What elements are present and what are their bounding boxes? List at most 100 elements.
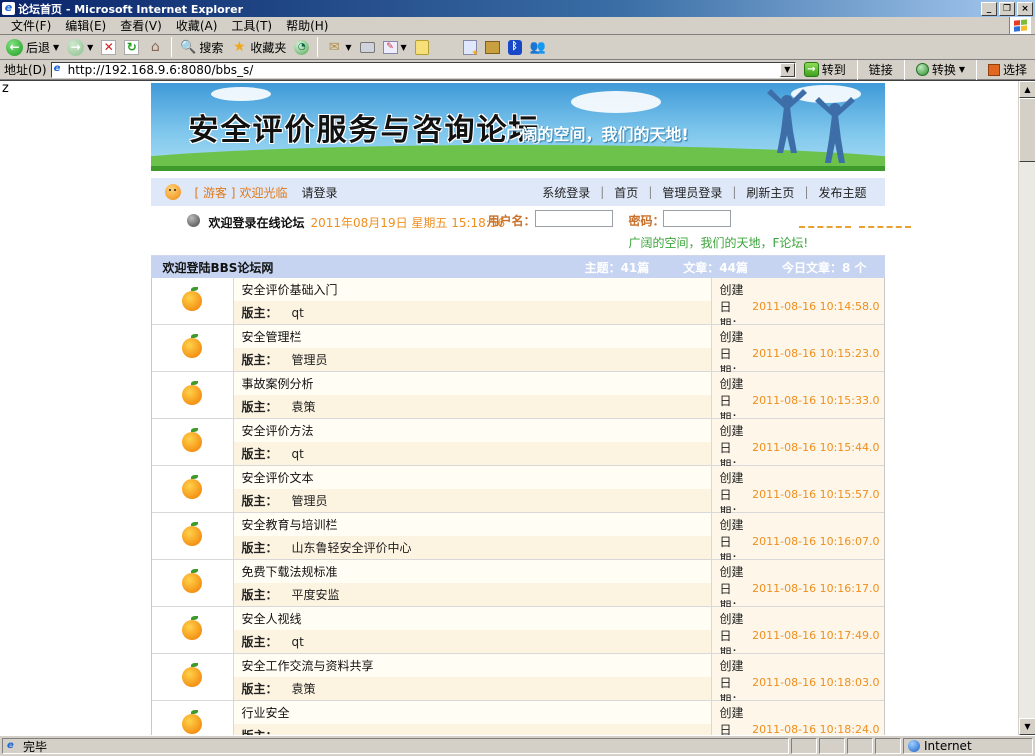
forum-title-link[interactable]: 安全管理栏 bbox=[242, 328, 302, 345]
forum-meta-cell: 创建日期： 2011-08-16 10:16:07.0 今日主题数： 3 bbox=[712, 513, 884, 559]
forum-title-link[interactable]: 安全教育与培训栏 bbox=[242, 516, 338, 533]
scrollbar-thumb[interactable] bbox=[1019, 98, 1035, 162]
page-icon: e bbox=[54, 64, 65, 75]
banner-bottom-strip bbox=[151, 166, 885, 171]
scroll-up-icon[interactable]: ▲ bbox=[1019, 81, 1035, 98]
select-button[interactable]: 选择 bbox=[984, 61, 1031, 78]
menu-help[interactable]: 帮助(H) bbox=[279, 16, 335, 35]
forum-title-link[interactable]: 行业安全 bbox=[242, 704, 290, 721]
address-url[interactable]: http://192.168.9.6:8080/bbs_s/ bbox=[68, 63, 777, 77]
edit-button[interactable]: ✎ ▼ bbox=[380, 36, 410, 58]
status-zone: Internet bbox=[903, 738, 1033, 754]
back-dropdown-icon[interactable]: ▼ bbox=[53, 43, 59, 52]
search-button[interactable]: 🔍 搜索 bbox=[177, 36, 226, 58]
moderator-name[interactable]: 管理员 bbox=[292, 351, 328, 368]
refresh-icon: ↻ bbox=[124, 40, 139, 55]
go-button[interactable]: → 转到 bbox=[800, 61, 850, 78]
moderator-name[interactable]: qt bbox=[292, 447, 304, 461]
close-button[interactable]: × bbox=[1017, 2, 1033, 16]
status-pane bbox=[875, 738, 901, 754]
forum-title-link[interactable]: 安全评价基础入门 bbox=[242, 281, 338, 298]
moderator-name[interactable]: 山东鲁轻安全评价中心 bbox=[292, 539, 412, 556]
created-date: 2011-08-16 10:15:23.0 bbox=[752, 347, 879, 360]
messenger-button[interactable]: 👥 bbox=[527, 36, 549, 58]
bluetooth-button[interactable]: ᛒ bbox=[505, 36, 525, 58]
mail-dropdown-icon[interactable]: ▼ bbox=[345, 43, 351, 52]
back-button[interactable]: ← 后退 ▼ bbox=[3, 36, 62, 58]
menu-file[interactable]: 文件(F) bbox=[4, 16, 58, 35]
edit-dropdown-icon[interactable]: ▼ bbox=[401, 43, 407, 52]
login-prompt-link[interactable]: 请登录 bbox=[302, 184, 338, 201]
table-row: 安全人视线 版主： qt 创建日期： 2011-08-16 10:17:49.0… bbox=[152, 607, 884, 654]
moderator-name[interactable]: qt bbox=[292, 635, 304, 649]
stat-articles: 文章：44篇 bbox=[683, 259, 748, 276]
forum-meta-cell: 创建日期： 2011-08-16 10:15:44.0 今日主题数： 3 bbox=[712, 419, 884, 465]
moderator-label: 版主： bbox=[242, 633, 278, 650]
restore-button[interactable]: ❐ bbox=[999, 2, 1015, 16]
discuss-button[interactable] bbox=[412, 36, 432, 58]
history-button[interactable]: ◔ bbox=[291, 36, 312, 58]
nav-link-home[interactable]: 首页 bbox=[610, 184, 642, 201]
table-row: 行业安全 版主： 创建日期： 2011-08-16 10:18:24.0 今日主… bbox=[152, 701, 884, 735]
moderator-name[interactable]: qt bbox=[292, 306, 304, 320]
welcome-label: 欢迎光临 bbox=[240, 184, 288, 201]
nav-link-post-topic[interactable]: 发布主题 bbox=[814, 184, 870, 201]
media-button[interactable] bbox=[482, 36, 503, 58]
created-date: 2011-08-16 10:14:58.0 bbox=[752, 300, 879, 313]
forum-title-link[interactable]: 事故案例分析 bbox=[242, 375, 314, 392]
menu-view[interactable]: 查看(V) bbox=[113, 16, 169, 35]
moderator-name[interactable]: 袁策 bbox=[292, 398, 316, 415]
password-input[interactable] bbox=[663, 210, 731, 227]
stop-button[interactable]: ✕ bbox=[98, 36, 119, 58]
moderator-name[interactable]: 袁策 bbox=[292, 680, 316, 697]
created-date: 2011-08-16 10:15:44.0 bbox=[752, 441, 879, 454]
menu-edit[interactable]: 编辑(E) bbox=[58, 16, 113, 35]
orange-icon bbox=[182, 479, 202, 499]
forum-title-link[interactable]: 安全工作交流与资料共享 bbox=[242, 657, 374, 674]
print-button[interactable] bbox=[357, 36, 378, 58]
forum-main-cell: 安全工作交流与资料共享 版主： 袁策 bbox=[234, 654, 712, 700]
dashed-links[interactable] bbox=[799, 224, 911, 228]
forum-meta-cell: 创建日期： 2011-08-16 10:17:49.0 今日主题数： 3 bbox=[712, 607, 884, 653]
forum-main-cell: 安全评价方法 版主： qt bbox=[234, 419, 712, 465]
convert-dropdown-icon[interactable]: ▼ bbox=[959, 65, 965, 74]
scroll-down-icon[interactable]: ▼ bbox=[1019, 718, 1035, 735]
status-bar: e 完毕 Internet bbox=[0, 735, 1035, 756]
orange-icon bbox=[182, 714, 202, 734]
table-row: 安全评价基础入门 版主： qt 创建日期： 2011-08-16 10:14:5… bbox=[152, 278, 884, 325]
moderator-name[interactable]: 管理员 bbox=[292, 492, 328, 509]
smiley-icon bbox=[165, 184, 181, 200]
minimize-button[interactable]: _ bbox=[981, 2, 997, 16]
address-input[interactable]: e http://192.168.9.6:8080/bbs_s/ ▼ bbox=[51, 62, 796, 78]
address-separator bbox=[857, 60, 858, 80]
nav-link-refresh[interactable]: 刷新主页 bbox=[742, 184, 798, 201]
forward-button[interactable]: → ▼ bbox=[64, 36, 96, 58]
nav-link-admin-login[interactable]: 管理员登录 bbox=[658, 184, 726, 201]
forum-meta-cell: 创建日期： 2011-08-16 10:18:24.0 今日主题数： bbox=[712, 701, 884, 735]
board-title: 欢迎登陆BBS论坛网 bbox=[163, 259, 274, 276]
home-button[interactable]: ⌂ bbox=[144, 36, 166, 58]
forum-title-link[interactable]: 免费下载法规标准 bbox=[242, 563, 338, 580]
convert-button[interactable]: 转换 ▼ bbox=[912, 61, 969, 78]
edit-icon: ✎ bbox=[383, 41, 398, 54]
menu-favorites[interactable]: 收藏(A) bbox=[169, 16, 225, 35]
links-button[interactable]: 链接 bbox=[865, 61, 897, 78]
forum-title-link[interactable]: 安全人视线 bbox=[242, 610, 302, 627]
menu-tools[interactable]: 工具(T) bbox=[224, 16, 279, 35]
address-dropdown-icon[interactable]: ▼ bbox=[780, 63, 795, 77]
moderator-name[interactable]: 平度安监 bbox=[292, 586, 340, 603]
back-icon: ← bbox=[6, 39, 23, 56]
search-icon: 🔍 bbox=[180, 39, 196, 55]
forward-dropdown-icon[interactable]: ▼ bbox=[87, 43, 93, 52]
forum-icon-cell bbox=[152, 278, 234, 324]
forum-title-link[interactable]: 安全评价方法 bbox=[242, 422, 314, 439]
nav-link-system-login[interactable]: 系统登录 bbox=[538, 184, 594, 201]
refresh-button[interactable]: ↻ bbox=[121, 36, 142, 58]
mail-button[interactable]: ✉ ▼ bbox=[323, 36, 354, 58]
research-button[interactable] bbox=[460, 36, 480, 58]
vertical-scrollbar[interactable]: ▲ ▼ bbox=[1018, 81, 1035, 735]
forum-main-cell: 事故案例分析 版主： 袁策 bbox=[234, 372, 712, 418]
favorites-button[interactable]: ★ 收藏夹 bbox=[228, 36, 289, 58]
forum-title-link[interactable]: 安全评价文本 bbox=[242, 469, 314, 486]
username-input[interactable] bbox=[535, 210, 613, 227]
